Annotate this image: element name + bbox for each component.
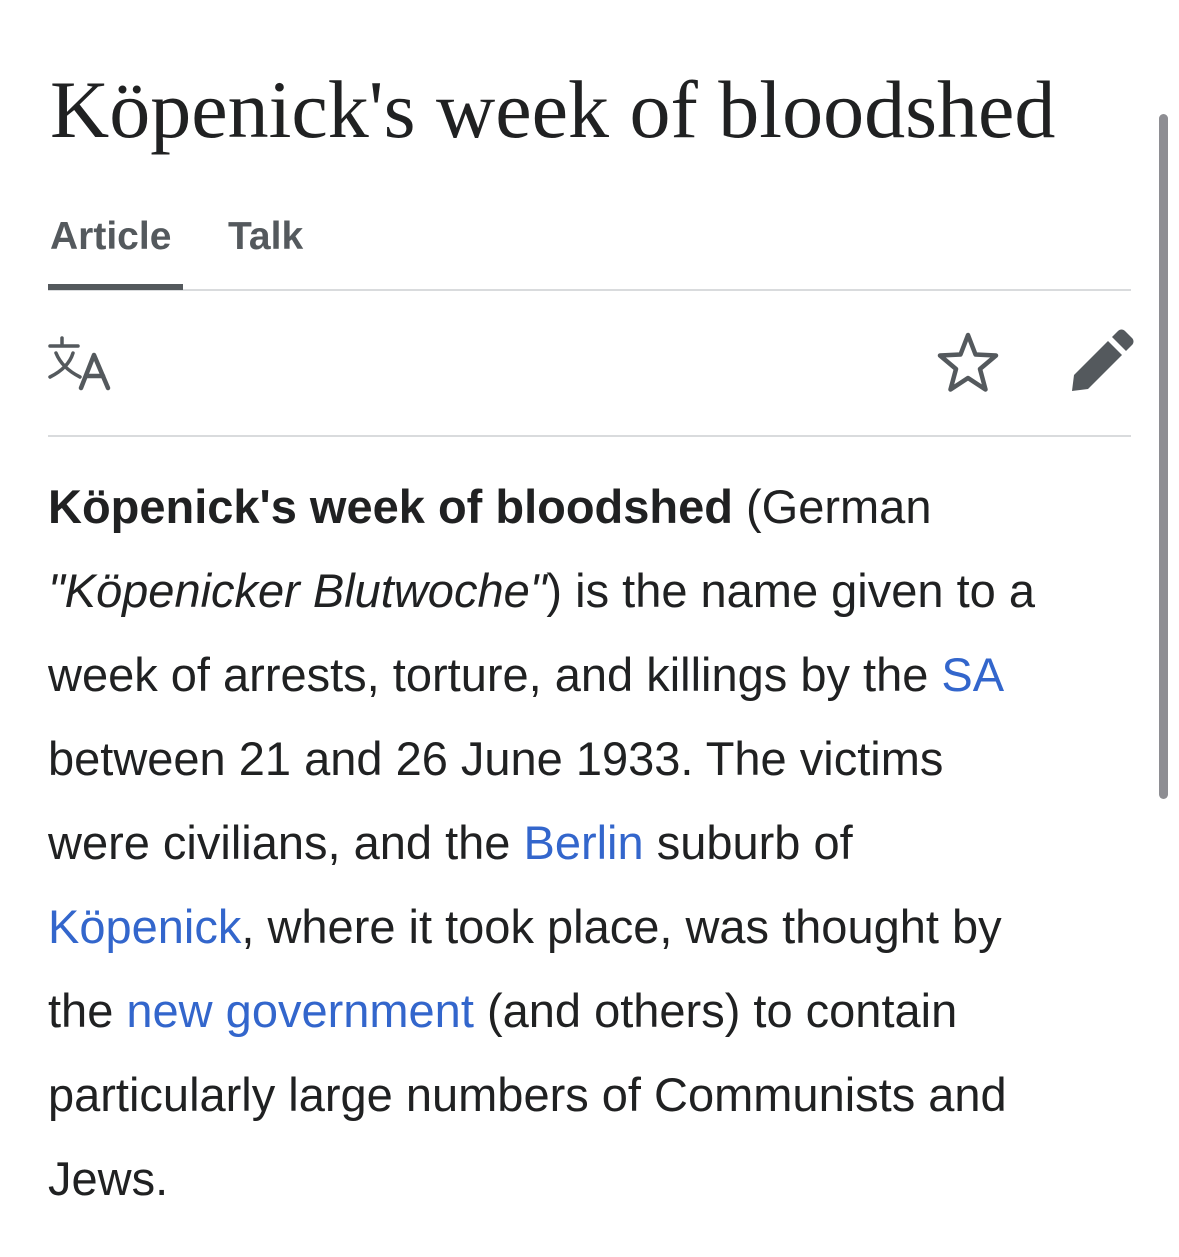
text-line: particularly large numbers of Communists… <box>48 1068 1007 1121</box>
text-run: (German <box>732 480 932 533</box>
text-run: , where it took place, was thought by <box>241 900 1002 953</box>
tab-article[interactable]: Article <box>50 214 171 260</box>
language-button[interactable] <box>48 335 114 391</box>
text-line: the new government (and others) to conta… <box>48 969 1131 1053</box>
scrollbar[interactable] <box>1159 114 1168 799</box>
text-run: week of arrests, torture, and killings b… <box>48 648 942 701</box>
german-name-italic: "Köpenicker Blutwoche" <box>48 564 547 617</box>
text-line: between 21 and 26 June 1933. The victims <box>48 732 944 785</box>
article-subject-bold: Köpenick's week of bloodshed <box>48 480 733 533</box>
link-sa[interactable]: SA <box>941 648 1004 701</box>
text-line: "Köpenicker Blutwoche") is the name give… <box>48 549 1131 633</box>
namespace-tabs: Article Talk <box>48 200 1131 291</box>
text-line: Köpenick's week of bloodshed (German <box>48 465 1131 549</box>
text-run: ) is the name given to a <box>546 564 1035 617</box>
star-icon <box>937 332 999 392</box>
text-line: Köpenick, where it took place, was thoug… <box>48 885 1131 969</box>
text-line: week of arrests, torture, and killings b… <box>48 633 1131 717</box>
page-actions-toolbar <box>48 291 1134 437</box>
text-line: were civilians, and the Berlin suburb of <box>48 801 1131 885</box>
translate-icon <box>48 336 111 391</box>
link-new-government[interactable]: new government <box>126 984 473 1037</box>
edit-button[interactable] <box>1068 329 1134 395</box>
lead-paragraph: Köpenick's week of bloodshed (German "Kö… <box>48 465 1131 1221</box>
link-berlin[interactable]: Berlin <box>523 816 643 869</box>
watch-button[interactable] <box>936 331 1000 395</box>
text-line: Jews. <box>48 1152 169 1205</box>
link-kopenick[interactable]: Köpenick <box>48 900 241 953</box>
pencil-icon <box>1072 329 1134 391</box>
tab-talk[interactable]: Talk <box>228 214 303 260</box>
text-run: the <box>48 984 127 1037</box>
text-run: (and others) to contain <box>473 984 958 1037</box>
page-title: Köpenick's week of bloodshed <box>50 64 1056 155</box>
text-run: were civilians, and the <box>48 816 524 869</box>
active-tab-indicator <box>48 284 183 290</box>
text-run: suburb of <box>643 816 853 869</box>
